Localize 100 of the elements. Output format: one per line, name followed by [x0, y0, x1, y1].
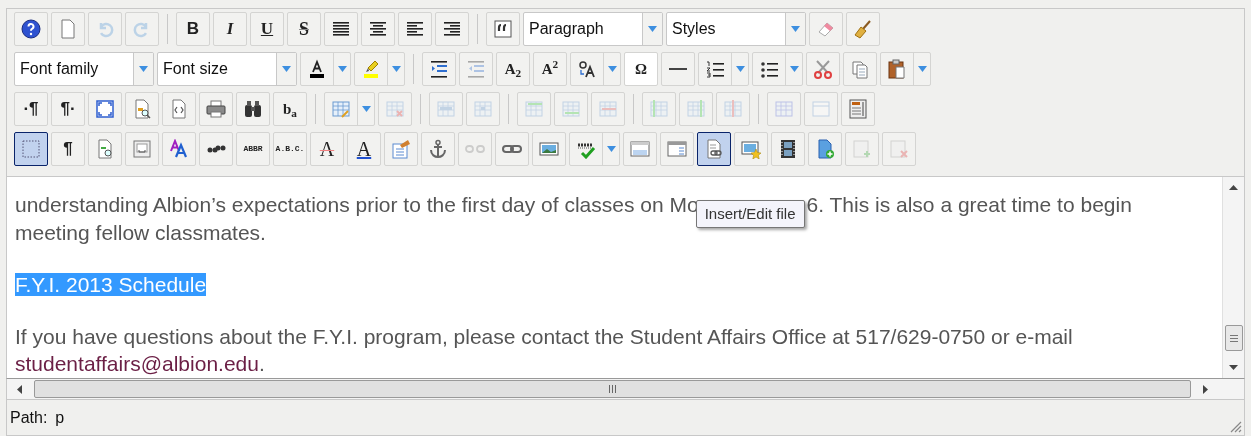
split-button[interactable]	[698, 52, 749, 86]
table-row-delete-icon	[598, 99, 618, 119]
tooltip: Insert/Edit file	[695, 200, 805, 228]
vertical-scrollbar[interactable]	[1222, 177, 1244, 378]
split-button[interactable]	[300, 52, 351, 86]
document-icon	[58, 19, 78, 39]
format-button[interactable]: ¶	[51, 132, 85, 166]
format-button[interactable]: A$^{2}$	[533, 52, 567, 86]
dropdown-arrow-icon	[337, 66, 347, 72]
outdent-icon	[466, 59, 486, 79]
format-button[interactable]: b$_{a}$	[273, 92, 307, 126]
horizontal-scrollbar[interactable]	[6, 378, 1245, 400]
table-column-delete-icon	[723, 99, 743, 119]
dropdown-arrow-icon	[791, 26, 800, 32]
document-add-icon	[815, 139, 835, 159]
paragraph-text: meeting fellow classmates.	[15, 220, 267, 246]
scroll-up-icon[interactable]	[1229, 185, 1238, 190]
table-edit-icon	[331, 99, 351, 119]
format-button[interactable]: U	[250, 12, 284, 46]
help-icon	[21, 19, 41, 39]
align-center-icon	[368, 19, 388, 39]
grid-icon	[21, 139, 41, 159]
table-cell-icon	[473, 99, 493, 119]
printer-icon	[206, 99, 226, 119]
toolbar-button[interactable]	[14, 132, 48, 166]
text-color-icon	[307, 59, 327, 79]
path-label: Path:	[10, 407, 48, 428]
dropdown-arrow-icon	[282, 66, 291, 72]
horizontal-line-icon	[669, 68, 687, 70]
align-justify-icon	[331, 19, 351, 39]
format-button[interactable]: ·¶	[14, 92, 48, 126]
format-button[interactable]: I	[213, 12, 247, 46]
code-icon	[169, 99, 189, 119]
form-icon	[848, 99, 868, 119]
clipboard-form-icon	[391, 139, 411, 159]
scroll-thumb[interactable]	[34, 380, 1191, 398]
image-star-icon	[741, 139, 761, 159]
contact-paragraph: If you have questions about the F.Y.I. program, please contact the Student Affairs Office at 517/629-0750 or e-mail studentaffairs@albion.edu.	[15, 324, 1074, 377]
scissors-icon	[813, 59, 833, 79]
dropdown-select[interactable]: Paragraph	[523, 12, 663, 46]
table-grid-icon	[774, 99, 794, 119]
format-button[interactable]: A.B.C.	[273, 132, 307, 166]
film-icon	[778, 139, 798, 159]
dropdown-arrow-icon	[917, 66, 927, 72]
align-left-icon	[405, 19, 425, 39]
form-delete-icon	[889, 139, 909, 159]
dropdown-select[interactable]: Font size	[157, 52, 297, 86]
table-row-insert-icon	[561, 99, 581, 119]
indent-icon	[429, 59, 449, 79]
table-delete-icon	[385, 99, 405, 119]
dropdown-select[interactable]: Font family	[14, 52, 154, 86]
document-link-icon	[704, 139, 724, 159]
fullscreen-icon	[95, 99, 115, 119]
dropdown-arrow-icon	[789, 66, 799, 72]
dropdown-arrow-icon	[139, 66, 148, 72]
document-search-icon	[132, 99, 152, 119]
panel-icon	[630, 139, 650, 159]
format-button[interactable]: ¶·	[51, 92, 85, 126]
image-icon	[539, 139, 559, 159]
format-button[interactable]: Ω	[624, 52, 658, 86]
broom-icon	[853, 19, 873, 39]
numbered-list-icon	[705, 59, 725, 79]
split-button[interactable]	[752, 52, 803, 86]
format-button[interactable]: A	[347, 132, 381, 166]
quote-icon	[493, 19, 513, 39]
dropdown-arrow-icon	[361, 106, 371, 112]
highlighter-icon	[361, 59, 381, 79]
dropdown-arrow-icon	[607, 66, 617, 72]
clipboard-icon	[887, 59, 907, 79]
element-path[interactable]: p	[55, 405, 65, 430]
format-button[interactable]: B	[176, 12, 210, 46]
schedule-heading: F.Y.I. 2013 Schedule	[15, 273, 207, 296]
split-button[interactable]	[570, 52, 621, 86]
scroll-thumb[interactable]	[1224, 325, 1243, 351]
dropdown-arrow-icon	[606, 146, 616, 152]
binoculars-icon	[243, 99, 263, 119]
style-letters-icon	[169, 139, 189, 159]
scroll-left-icon[interactable]	[17, 384, 22, 394]
dropdown-arrow-icon	[735, 66, 745, 72]
form-add-icon	[852, 139, 872, 159]
scroll-down-icon[interactable]	[1229, 365, 1238, 370]
table-column-insert-icon	[649, 99, 669, 119]
copy-icon	[850, 59, 870, 79]
format-button[interactable]: A$_{2}$	[496, 52, 530, 86]
scroll-right-icon[interactable]	[1203, 384, 1208, 394]
dropdown-arrow-icon	[648, 26, 657, 32]
bullet-list-icon	[759, 59, 779, 79]
anchor-icon	[428, 139, 448, 159]
table-column-insert-icon	[686, 99, 706, 119]
text-case-icon	[577, 59, 597, 79]
table-row-icon	[436, 99, 456, 119]
dropdown-select[interactable]: Styles	[666, 12, 806, 46]
toolbar-button[interactable]	[697, 132, 731, 166]
resize-grip-icon[interactable]	[1228, 419, 1242, 433]
table-icon	[811, 99, 831, 119]
table-row-insert-icon	[524, 99, 544, 119]
email-link[interactable]: studentaffairs@albion.edu	[15, 352, 259, 375]
format-button[interactable]: ABBR	[236, 132, 270, 166]
dropdown-arrow-icon	[391, 66, 401, 72]
window-icon	[667, 139, 687, 159]
